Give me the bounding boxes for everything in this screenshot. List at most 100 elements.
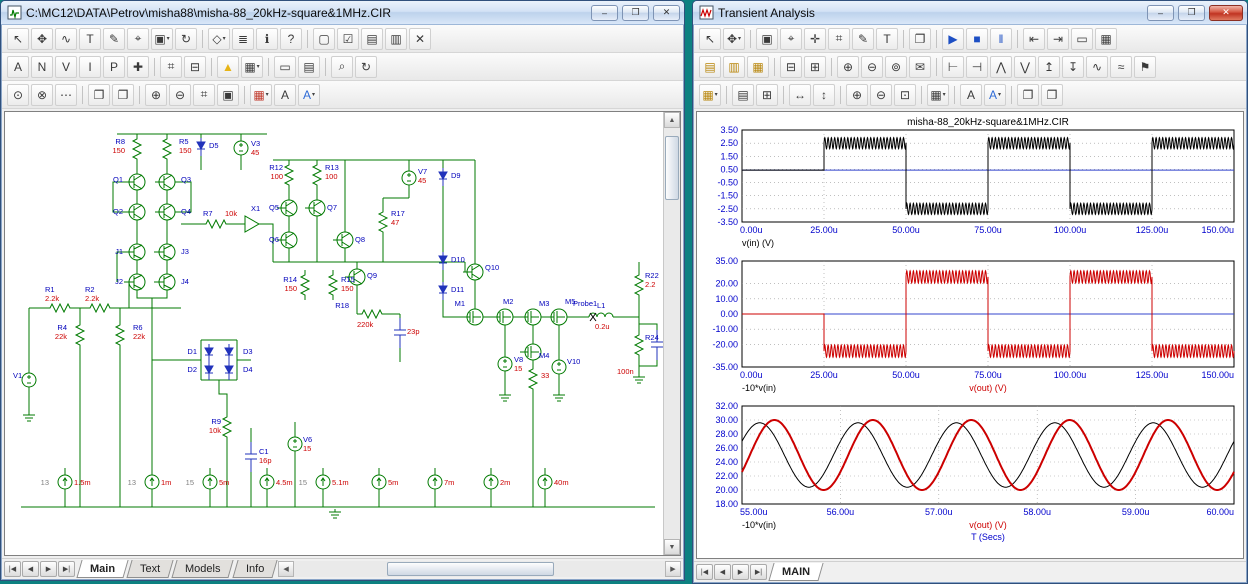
picture-mode-icon[interactable]: ▣▾ [151, 28, 173, 50]
title-block-toggle-icon[interactable]: ▤ [298, 56, 320, 78]
scroll-right-icon[interactable]: ▶ [665, 561, 681, 577]
analysis-plot-2[interactable]: 0.00u25.00u50.00u75.00u100.00u125.00u150… [698, 253, 1242, 398]
schematic-vertical-scrollbar[interactable]: ▲ ▼ [663, 112, 680, 555]
more-options-icon[interactable]: ⋯ [55, 84, 77, 106]
scale-mode-icon[interactable]: ⊡ [894, 84, 916, 106]
scroll-down-icon[interactable]: ▼ [664, 539, 680, 555]
analysis-plot-1[interactable]: misha-88_20kHz-square&1MHz.CIR0.00u25.00… [698, 114, 1242, 253]
grid-toggle-icon[interactable]: ▦▾ [241, 56, 263, 78]
tab-main[interactable]: Main [76, 560, 128, 578]
tab-text[interactable]: Text [126, 560, 173, 578]
font-color-icon[interactable]: A▾ [984, 84, 1006, 106]
slope-tool-icon[interactable]: ∿ [1086, 56, 1108, 78]
valley-finder-icon[interactable]: ⋁ [1014, 56, 1036, 78]
check-mode-icon[interactable]: ☑ [337, 28, 359, 50]
zoom-out-icon[interactable]: ⊖ [861, 56, 883, 78]
back-button-icon[interactable]: ⊙ [7, 84, 29, 106]
minimize-button[interactable]: – [1147, 5, 1174, 21]
cursor-mode-icon[interactable]: ⌖ [780, 28, 802, 50]
node-numbers-icon[interactable]: N [31, 56, 53, 78]
font-style-icon[interactable]: A [960, 84, 982, 106]
pause-button-icon[interactable]: ‖ [990, 28, 1012, 50]
polygon-tool-icon[interactable]: ◇▾ [208, 28, 230, 50]
prev-page-button[interactable]: ◀ [22, 561, 39, 577]
scroll-left-icon[interactable]: ◀ [278, 561, 294, 577]
analysis-titlebar[interactable]: Transient Analysis – ❐ ✕ [693, 1, 1247, 25]
send-mail-icon[interactable]: ✉ [909, 56, 931, 78]
copy-front-icon[interactable]: ❐ [1017, 84, 1039, 106]
data-points-toggle-icon[interactable]: ▭ [1071, 28, 1093, 50]
zoom-area-icon[interactable]: ⌗ [193, 84, 215, 106]
horizontal-axis-icon[interactable]: ↔ [789, 84, 811, 106]
branch-currents-icon[interactable]: I [79, 56, 101, 78]
node-voltages-icon[interactable]: V [55, 56, 77, 78]
cursor-left-icon[interactable]: ⇤ [1023, 28, 1045, 50]
numeric-display-icon[interactable]: ⊞ [756, 84, 778, 106]
warning-triangle-icon[interactable]: ▲ [217, 56, 239, 78]
first-page-button[interactable]: |◀ [696, 564, 713, 580]
analysis-plot-area[interactable]: misha-88_20kHz-square&1MHz.CIR0.00u25.00… [696, 111, 1244, 559]
page-mode-icon[interactable]: ▥ [385, 28, 407, 50]
search-text-icon[interactable]: ⌕ [331, 56, 353, 78]
copy-page-icon[interactable]: ❐ [112, 84, 134, 106]
zoom-in-icon[interactable]: ⊕ [846, 84, 868, 106]
ruler-toggle-icon[interactable]: ▦ [1095, 28, 1117, 50]
global-low-icon[interactable]: ↧ [1062, 56, 1084, 78]
probe-tool-icon[interactable]: ⌖ [127, 28, 149, 50]
select-tool-icon[interactable]: ↖ [699, 28, 721, 50]
tab-main[interactable]: MAIN [768, 563, 823, 581]
next-page-button[interactable]: ▶ [732, 564, 749, 580]
select-tool-icon[interactable]: ↖ [7, 28, 29, 50]
close-button[interactable]: ✕ [653, 5, 680, 21]
envelope-tool-icon[interactable]: ≈ [1110, 56, 1132, 78]
font-color-icon[interactable]: A▾ [298, 84, 320, 106]
restore-button[interactable]: ❐ [1178, 5, 1205, 21]
tag-mode-icon[interactable]: ⚑ [1134, 56, 1156, 78]
wire-mode-icon[interactable]: ∿ [55, 28, 77, 50]
text-mode-icon[interactable]: T [79, 28, 101, 50]
probe-marker[interactable] [590, 313, 596, 321]
border-toggle-icon[interactable]: ▭ [274, 56, 296, 78]
add-waveform-icon[interactable]: ▥ [723, 56, 745, 78]
power-display-icon[interactable]: P [103, 56, 125, 78]
last-page-button[interactable]: ▶| [750, 564, 767, 580]
peak-finder-icon[interactable]: ⋀ [990, 56, 1012, 78]
grid-options-icon[interactable]: ▦▾ [927, 84, 949, 106]
pin-connections-icon[interactable]: ✚ [127, 56, 149, 78]
color-grid-icon[interactable]: ▦▾ [250, 84, 272, 106]
pan-tool-icon[interactable]: ✥▾ [723, 28, 745, 50]
analysis-plot-3[interactable]: 55.00u56.00u57.00u58.00u59.00u60.00u32.0… [698, 398, 1242, 547]
last-page-button[interactable]: ▶| [58, 561, 75, 577]
zoom-in-icon[interactable]: ⊕ [837, 56, 859, 78]
properties-icon[interactable]: ▤ [699, 56, 721, 78]
align-left-cursor-icon[interactable]: ⊢ [942, 56, 964, 78]
clip-mode-icon[interactable]: ⊟ [184, 56, 206, 78]
format-values-icon[interactable]: ▤ [732, 84, 754, 106]
sheet-mode-icon[interactable]: ▤ [361, 28, 383, 50]
close-circle-icon[interactable]: ⊗ [31, 84, 53, 106]
prev-page-button[interactable]: ◀ [714, 564, 731, 580]
scroll-up-icon[interactable]: ▲ [664, 112, 680, 128]
schematic-titlebar[interactable]: C:\MC12\DATA\Petrov\misha88\misha-88_20k… [1, 1, 684, 25]
zoom-fit-icon[interactable]: ⊚ [885, 56, 907, 78]
vertical-scroll-thumb[interactable] [665, 136, 679, 200]
schematic-horizontal-scrollbar[interactable]: ◀ ▶ [278, 561, 681, 577]
align-right-cursor-icon[interactable]: ⊣ [966, 56, 988, 78]
rotate-tool-icon[interactable]: ↻ [175, 28, 197, 50]
tracker-mode-icon[interactable]: ✛ [804, 28, 826, 50]
measure-mode-icon[interactable]: ⌗ [828, 28, 850, 50]
first-page-button[interactable]: |◀ [4, 561, 21, 577]
snapshot-icon[interactable]: ▣ [217, 84, 239, 106]
pan-tool-icon[interactable]: ✥ [31, 28, 53, 50]
copy-graph-icon[interactable]: ❐ [909, 28, 931, 50]
minimize-button[interactable]: – [591, 5, 618, 21]
vertical-scroll-track[interactable] [664, 128, 680, 539]
split-vertical-icon[interactable]: ⊞ [804, 56, 826, 78]
tab-models[interactable]: Models [172, 560, 235, 578]
annotate-mode-icon[interactable]: ✎ [852, 28, 874, 50]
pencil-tool-icon[interactable]: ✎ [103, 28, 125, 50]
cursor-right-icon[interactable]: ⇥ [1047, 28, 1069, 50]
bus-mode-icon[interactable]: ≣ [232, 28, 254, 50]
font-style-icon[interactable]: A [274, 84, 296, 106]
stop-button-icon[interactable]: ■ [966, 28, 988, 50]
